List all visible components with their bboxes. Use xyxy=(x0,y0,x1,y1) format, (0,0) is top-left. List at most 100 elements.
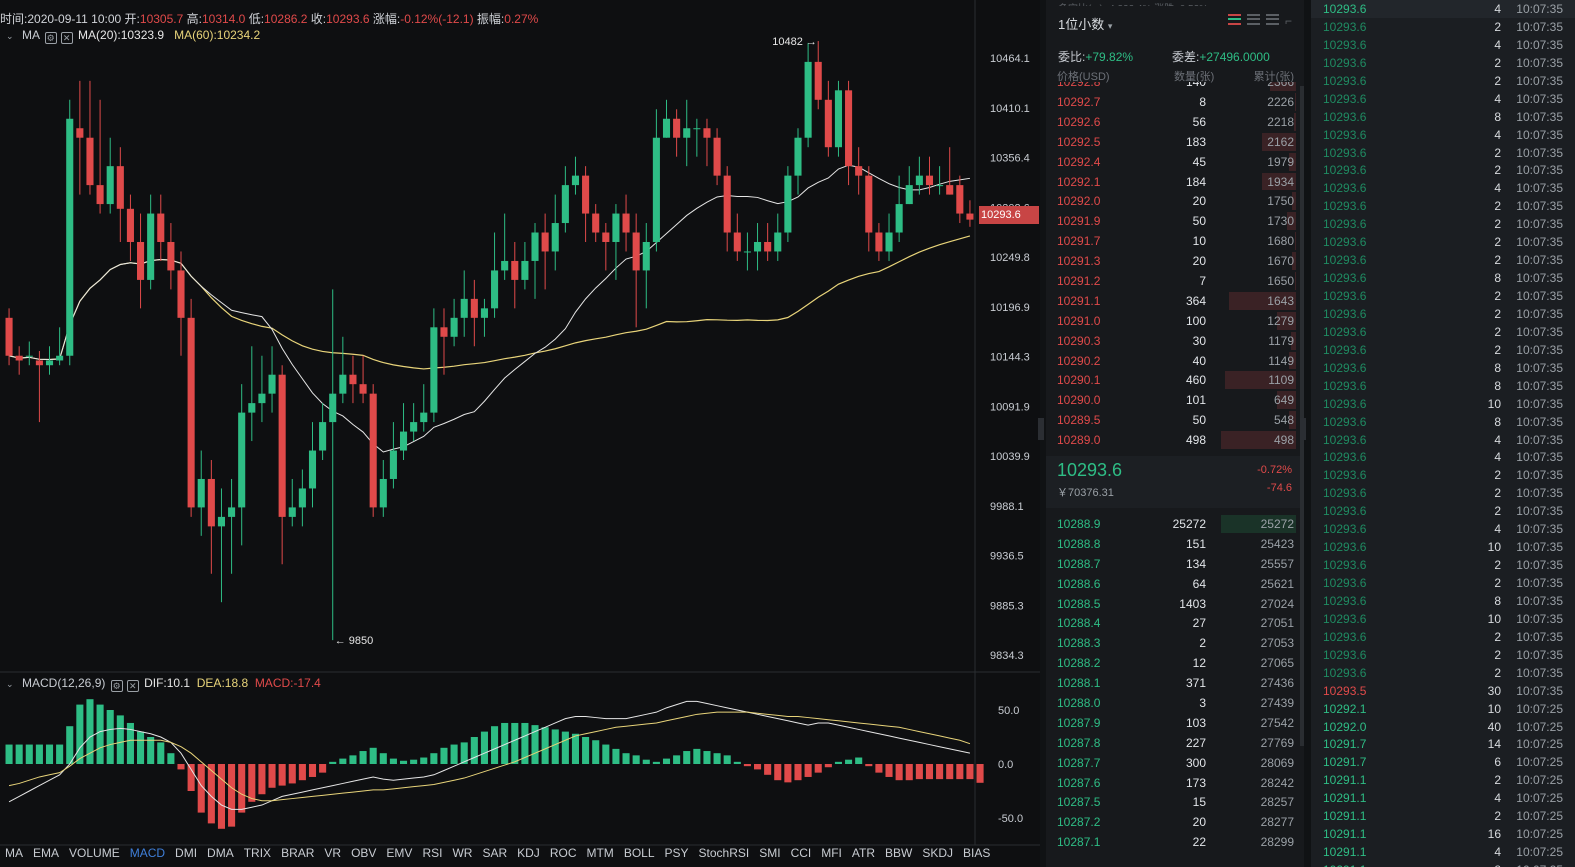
ask-row[interactable]: 10291.1 364 1643 xyxy=(1046,291,1304,311)
bid-row[interactable]: 10288.4 27 27051 xyxy=(1046,613,1304,633)
collapse-handle[interactable] xyxy=(1038,418,1044,440)
precision-select[interactable]: 1位小数 ▾ xyxy=(1058,14,1112,33)
ask-row[interactable]: 10290.0 101 649 xyxy=(1046,390,1304,410)
ask-row[interactable]: 10291.7 10 1680 xyxy=(1046,231,1304,251)
indicator-tab-vr[interactable]: VR xyxy=(319,846,346,864)
bid-row[interactable]: 10286.94828347 xyxy=(1046,852,1304,854)
indicator-tab-smi[interactable]: SMI xyxy=(754,846,785,864)
bid-row[interactable]: 10288.6 64 25621 xyxy=(1046,574,1304,594)
ask-row[interactable]: 10291.3 20 1670 xyxy=(1046,251,1304,271)
macd-histogram-bar xyxy=(541,727,549,764)
indicator-tab-sar[interactable]: SAR xyxy=(477,846,512,864)
indicator-tab-stochrsi[interactable]: StochRSI xyxy=(694,846,755,864)
settings-gear-icon[interactable]: ⚙ xyxy=(110,680,123,692)
ohlc-info-bar: 时间:2020-09-11 10:00 开:10305.7 高:10314.0 … xyxy=(0,10,538,26)
ask-row[interactable]: 10290.2 40 1149 xyxy=(1046,351,1304,371)
bid-row[interactable]: 10287.6 173 28242 xyxy=(1046,773,1304,793)
indicator-tab-dmi[interactable]: DMI xyxy=(170,846,202,864)
indicator-tab-rsi[interactable]: RSI xyxy=(417,846,447,864)
ask-row[interactable]: 10292.8 140 2366 xyxy=(1046,82,1304,92)
bid-row[interactable]: 10288.7 134 25557 xyxy=(1046,554,1304,574)
close-icon[interactable]: ✕ xyxy=(126,680,139,692)
change-percent: -0.72% xyxy=(1257,464,1292,476)
amount: 45 xyxy=(1192,154,1206,169)
bid-row[interactable]: 10288.2 12 27065 xyxy=(1046,653,1304,673)
macd-histogram-bar xyxy=(885,764,893,777)
indicator-tab-obv[interactable]: OBV xyxy=(346,846,381,864)
ask-row[interactable]: 10291.2 7 1650 xyxy=(1046,271,1304,291)
ask-row[interactable]: 10291.0 100 1279 xyxy=(1046,311,1304,331)
candlestick-chart[interactable]: 10464.110410.110356.410302.610249.810196… xyxy=(0,0,1040,867)
trade-time: 10:07:35 xyxy=(1516,127,1563,142)
macd-histogram-bar xyxy=(25,744,33,764)
ask-row[interactable]: 10292.7 8 2226 xyxy=(1046,92,1304,112)
indicator-tab-roc[interactable]: ROC xyxy=(545,846,582,864)
indicator-tab-wr[interactable]: WR xyxy=(447,846,477,864)
indicator-tab-bbw[interactable]: BBW xyxy=(880,846,917,864)
bid-row[interactable]: 10287.9 103 27542 xyxy=(1046,713,1304,733)
settings-gear-icon[interactable]: ⚙ xyxy=(44,32,57,44)
amount: 8 xyxy=(1199,94,1206,109)
indicator-tab-volume[interactable]: VOLUME xyxy=(64,846,125,864)
price: 10292.8 xyxy=(1057,82,1101,90)
indicator-tab-kdj[interactable]: KDJ xyxy=(512,846,545,864)
indicator-tab-cci[interactable]: CCI xyxy=(786,846,817,864)
indicator-tab-trix[interactable]: TRIX xyxy=(239,846,276,864)
trade-price: 10293.6 xyxy=(1323,468,1367,483)
trade-amount: 4 xyxy=(1494,791,1501,806)
indicator-tab-brar[interactable]: BRAR xyxy=(276,846,319,864)
bid-row[interactable]: 10288.1 371 27436 xyxy=(1046,673,1304,693)
indicator-tab-skdj[interactable]: SKDJ xyxy=(917,846,958,864)
ask-row[interactable]: 10289.5 50 548 xyxy=(1046,410,1304,430)
trade-amount: 8 xyxy=(1494,271,1501,286)
ask-row[interactable]: 10290.3 30 1179 xyxy=(1046,331,1304,351)
depth-bar xyxy=(1294,271,1296,290)
trade-price: 10293.6 xyxy=(1323,235,1367,250)
amount: 22 xyxy=(1192,835,1206,850)
both-sides-view-icon[interactable] xyxy=(1227,14,1241,25)
collapse-handle[interactable] xyxy=(1300,418,1306,440)
bid-row[interactable]: 10287.7 300 28069 xyxy=(1046,753,1304,773)
indicator-tab-emv[interactable]: EMV xyxy=(381,846,417,864)
bid-row[interactable]: 10288.3 2 27053 xyxy=(1046,633,1304,653)
indicator-tab-dma[interactable]: DMA xyxy=(202,846,239,864)
trend-icon[interactable]: ⌐ xyxy=(1285,14,1292,28)
total: 1279 xyxy=(1267,313,1294,328)
bid-row[interactable]: 10288.0 3 27439 xyxy=(1046,693,1304,713)
indicator-tab-boll[interactable]: BOLL xyxy=(619,846,660,864)
bid-row[interactable]: 10288.8 151 25423 xyxy=(1046,534,1304,554)
indicator-tab-ma[interactable]: MA xyxy=(0,846,28,864)
ask-row[interactable]: 10292.6 56 2218 xyxy=(1046,112,1304,132)
close-icon[interactable]: ✕ xyxy=(60,32,73,44)
indicator-tab-atr[interactable]: ATR xyxy=(847,846,880,864)
asks-view-icon[interactable] xyxy=(1265,14,1279,25)
bid-row[interactable]: 10287.8 227 27769 xyxy=(1046,733,1304,753)
ask-row[interactable]: 10292.1 184 1934 xyxy=(1046,172,1304,192)
indicator-tab-mtm[interactable]: MTM xyxy=(581,846,618,864)
ask-row[interactable]: 10292.0 20 1750 xyxy=(1046,191,1304,211)
chart-panel[interactable]: 10464.110410.110356.410302.610249.810196… xyxy=(0,0,1040,867)
orderbook-scrollbar[interactable] xyxy=(1300,86,1304,746)
ask-row[interactable]: 10292.5 183 2162 xyxy=(1046,132,1304,152)
bids-view-icon[interactable] xyxy=(1246,14,1260,25)
bid-row[interactable]: 10287.2 20 28277 xyxy=(1046,812,1304,832)
bid-row[interactable]: 10288.5 1403 27024 xyxy=(1046,594,1304,614)
trade-time: 10:07:35 xyxy=(1516,629,1563,644)
trade-price: 10293.6 xyxy=(1323,253,1367,268)
collapse-chevron-icon[interactable]: ⌄ xyxy=(6,31,16,42)
indicator-tab-bias[interactable]: BIAS xyxy=(958,846,995,864)
ask-row[interactable]: 10292.4 45 1979 xyxy=(1046,152,1304,172)
indicator-tab-ema[interactable]: EMA xyxy=(28,846,64,864)
bid-row[interactable]: 10288.9 25272 25272 xyxy=(1046,514,1304,534)
trade-price: 10293.6 xyxy=(1323,19,1367,34)
bid-row[interactable]: 10287.1 22 28299 xyxy=(1046,832,1304,852)
bid-row[interactable]: 10287.5 15 28257 xyxy=(1046,792,1304,812)
indicator-tab-psy[interactable]: PSY xyxy=(660,846,694,864)
ask-row[interactable]: 10289.0 498 498 xyxy=(1046,430,1304,450)
trade-amount: 8 xyxy=(1494,378,1501,393)
collapse-chevron-icon[interactable]: ⌄ xyxy=(6,679,16,690)
ask-row[interactable]: 10290.1 460 1109 xyxy=(1046,370,1304,390)
indicator-tab-mfi[interactable]: MFI xyxy=(816,846,847,864)
ask-row[interactable]: 10291.9 50 1730 xyxy=(1046,211,1304,231)
indicator-tab-macd[interactable]: MACD xyxy=(125,846,170,864)
